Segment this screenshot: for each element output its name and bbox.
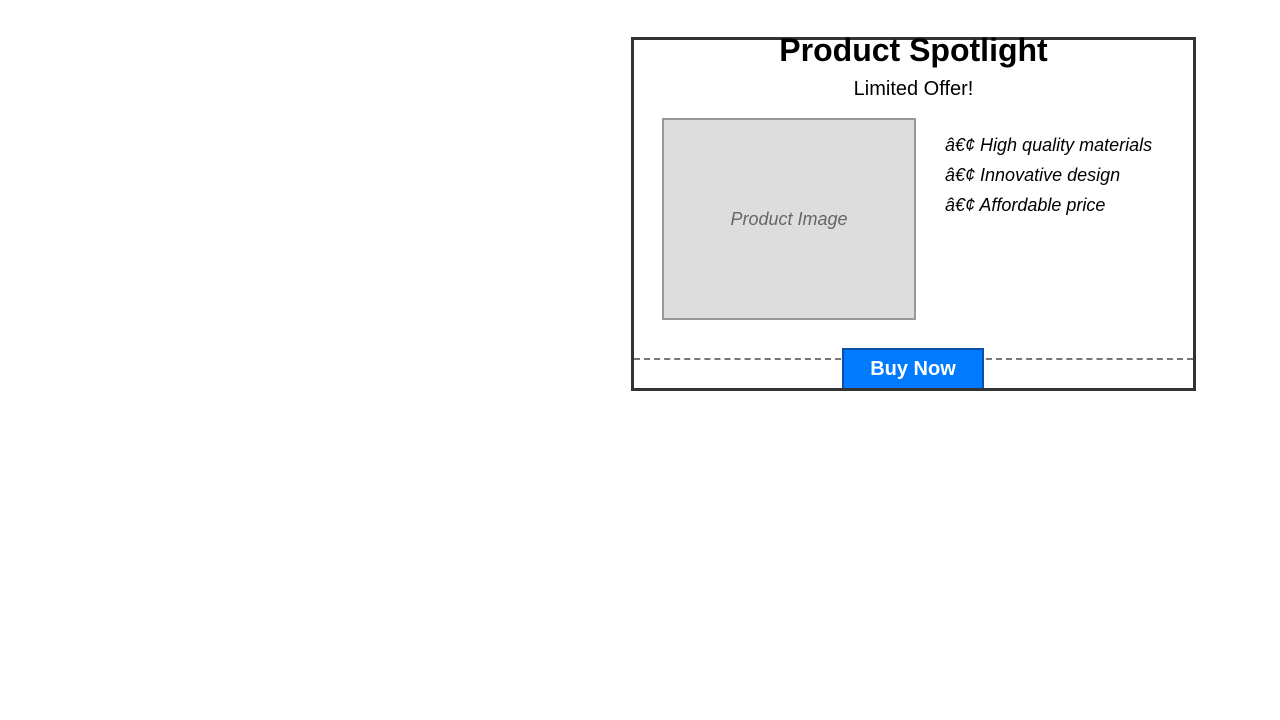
product-image-placeholder: Product Image: [662, 118, 916, 320]
buy-now-button[interactable]: Buy Now: [842, 348, 984, 388]
feature-item: â€¢ Innovative design: [945, 165, 1121, 185]
card-title: Product Spotlight: [779, 32, 1048, 68]
product-card: Product Spotlight Limited Offer! Product…: [631, 32, 1196, 391]
feature-item: â€¢ High quality materials: [945, 135, 1153, 155]
product-image-label: Product Image: [730, 208, 848, 229]
card-subtitle: Limited Offer!: [853, 78, 974, 100]
feature-list: â€¢ High quality materials â€¢ Innovativ…: [945, 130, 1152, 220]
feature-item: â€¢ Affordable price: [945, 195, 1106, 215]
